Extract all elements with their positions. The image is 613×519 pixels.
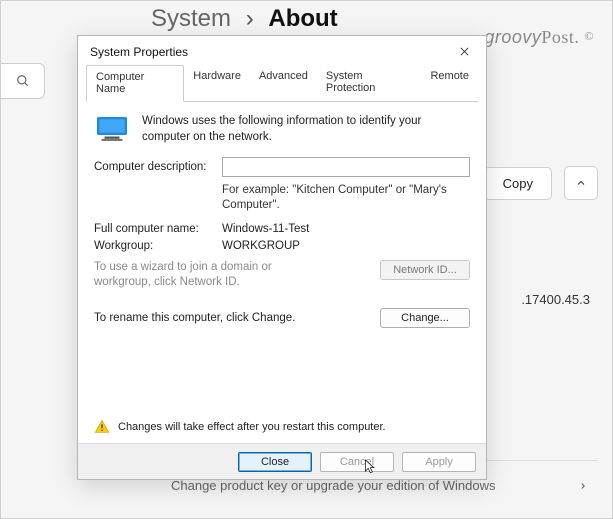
close-button[interactable]: Close xyxy=(238,452,312,472)
breadcrumb-parent[interactable]: System xyxy=(151,5,231,32)
chevron-up-icon xyxy=(575,177,587,189)
close-icon[interactable] xyxy=(455,44,474,60)
search-icon xyxy=(16,74,30,88)
wizard-text: To use a wizard to join a domain or work… xyxy=(94,260,324,290)
copy-button[interactable]: Copy xyxy=(484,167,552,200)
description-label: Computer description: xyxy=(94,161,222,173)
breadcrumb-current: About xyxy=(268,5,337,32)
collapse-toggle[interactable] xyxy=(564,166,598,200)
tab-computer-name[interactable]: Computer Name xyxy=(86,65,184,102)
watermark: groovyPost. © xyxy=(484,27,594,48)
tab-hardware[interactable]: Hardware xyxy=(184,65,250,102)
network-id-button[interactable]: Network ID... xyxy=(380,260,470,280)
tab-remote[interactable]: Remote xyxy=(421,65,478,102)
tab-advanced[interactable]: Advanced xyxy=(250,65,317,102)
workgroup-label: Workgroup: xyxy=(94,240,222,252)
full-name-value: Windows-11-Test xyxy=(222,223,309,235)
tab-system-protection[interactable]: System Protection xyxy=(317,65,422,102)
tab-bar: Computer Name Hardware Advanced System P… xyxy=(86,64,478,102)
apply-button: Apply xyxy=(402,452,476,472)
monitor-icon xyxy=(94,114,130,144)
rename-text: To rename this computer, click Change. xyxy=(94,312,295,324)
dialog-title: System Properties xyxy=(90,45,188,59)
system-properties-dialog: System Properties Computer Name Hardware… xyxy=(77,35,487,480)
restart-notice: Changes will take effect after you resta… xyxy=(118,421,386,433)
description-input[interactable] xyxy=(222,157,470,177)
intro-text: Windows uses the following information t… xyxy=(142,114,470,145)
cancel-button: Cancel xyxy=(320,452,394,472)
version-fragment: .17400.45.3 xyxy=(521,292,590,307)
breadcrumb: System › About xyxy=(151,5,338,33)
description-hint: For example: "Kitchen Computer" or "Mary… xyxy=(222,183,470,213)
full-name-label: Full computer name: xyxy=(94,223,222,235)
search-button[interactable] xyxy=(1,63,45,99)
chevron-right-icon xyxy=(578,478,598,494)
workgroup-value: WORKGROUP xyxy=(222,240,300,252)
change-button[interactable]: Change... xyxy=(380,308,470,328)
breadcrumb-separator: › xyxy=(246,5,254,32)
warning-icon xyxy=(94,419,110,435)
